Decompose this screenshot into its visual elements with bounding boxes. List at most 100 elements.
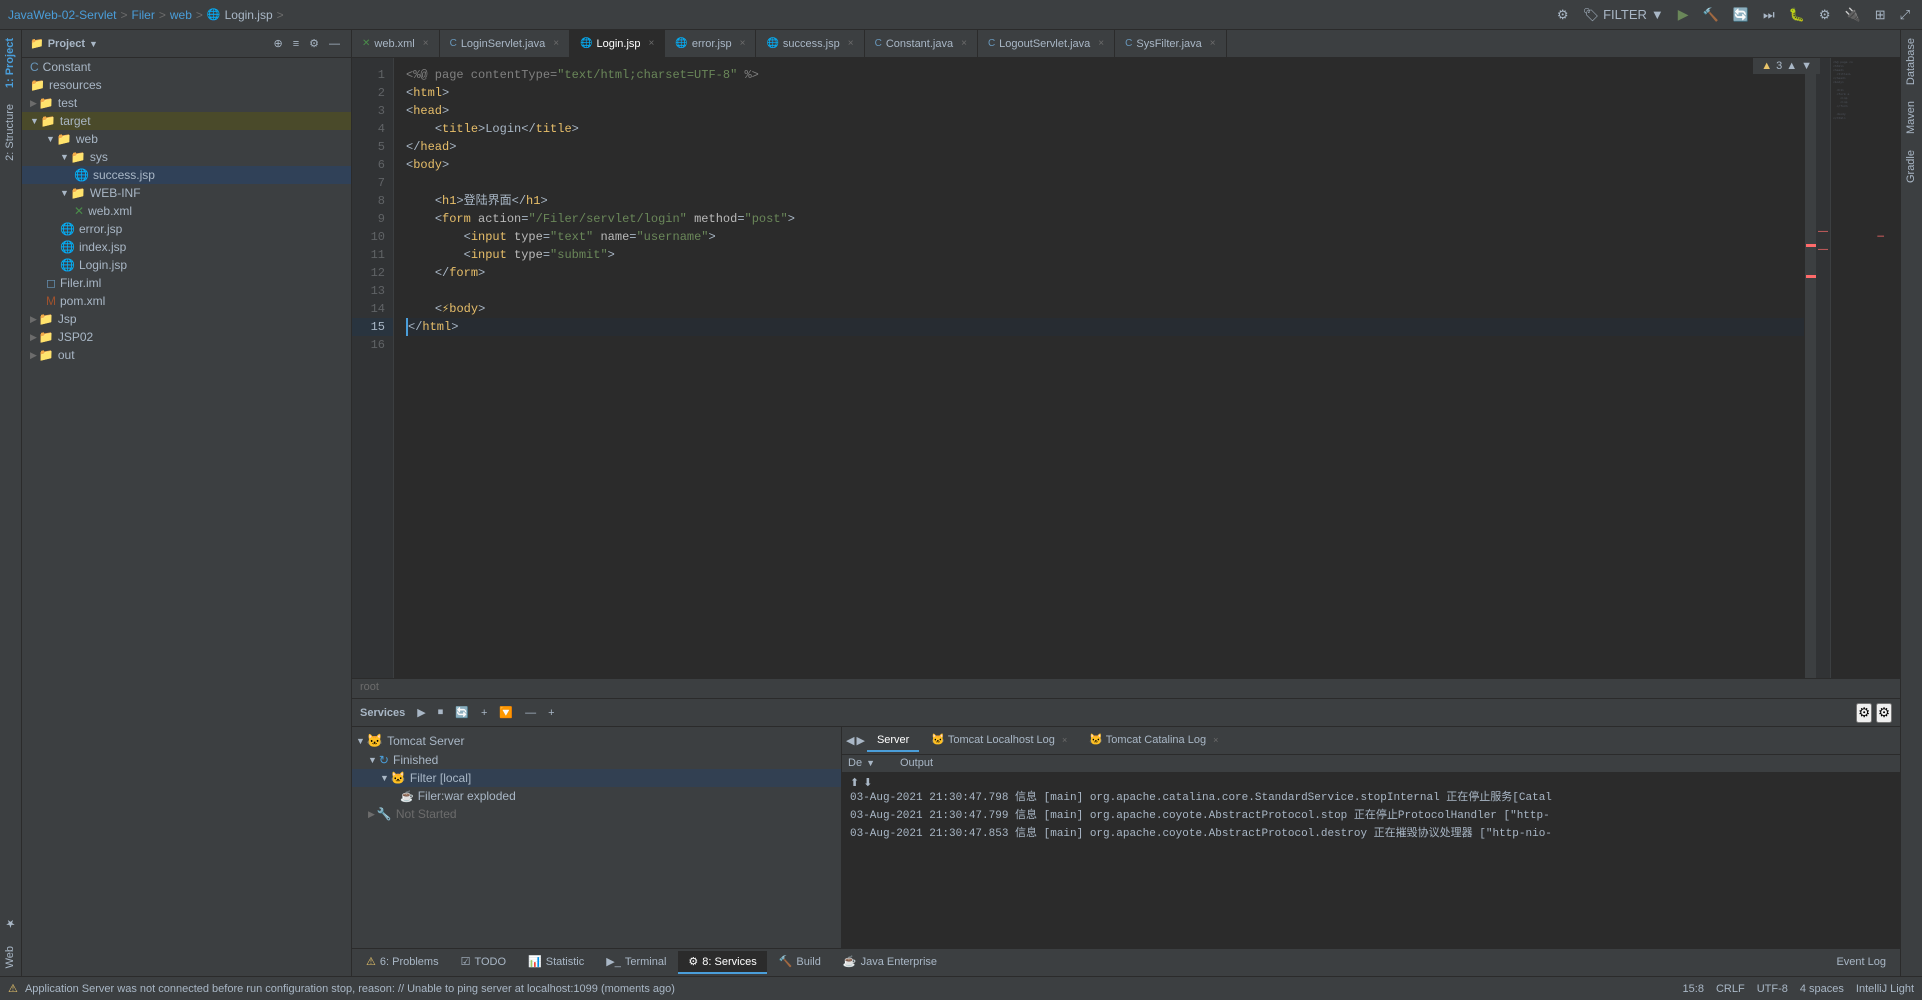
event-log-btn[interactable]: Event Log <box>1826 952 1896 974</box>
tree-item-index-jsp[interactable]: 🌐 index.jsp <box>22 238 351 256</box>
tab-loginjsp[interactable]: 🌐 Login.jsp × <box>570 30 665 58</box>
stop-all-button[interactable]: ⏹ <box>434 704 448 721</box>
locate-file-button[interactable]: ⊕ <box>270 36 285 51</box>
tree-item-test[interactable]: ▶ 📁 test <box>22 94 351 112</box>
encoding[interactable]: UTF-8 <box>1757 983 1788 995</box>
log-tab-localhost[interactable]: 🐱 Tomcat Localhost Log × <box>921 729 1077 752</box>
tree-item-success-jsp[interactable]: 🌐 success.jsp <box>22 166 351 184</box>
build-icon[interactable]: 🔨 <box>1699 5 1723 25</box>
play-button[interactable]: ▶ <box>1674 4 1693 25</box>
collapse-service-button[interactable]: — <box>521 704 540 721</box>
sidebar-settings-button[interactable]: ⚙ <box>306 36 322 51</box>
tree-item-jsp[interactable]: ▶ 📁 Jsp <box>22 310 351 328</box>
tree-item-jsp02[interactable]: ▶ 📁 JSP02 <box>22 328 351 346</box>
btm-tab-problems[interactable]: ⚠ 6: Problems <box>356 951 449 974</box>
log-scroll-right[interactable]: ▶ <box>856 734 864 747</box>
tab-constant[interactable]: C Constant.java × <box>865 30 978 58</box>
btm-tab-java-enterprise[interactable]: ☕ Java Enterprise <box>833 951 947 974</box>
close-loginservlet[interactable]: × <box>553 38 559 49</box>
database-tab[interactable]: Database <box>1901 30 1922 93</box>
debug-icon[interactable]: 🐛 <box>1785 5 1809 25</box>
log-scroll-down[interactable]: ⬇ <box>863 776 872 789</box>
services-tomcat-server[interactable]: ▼ 🐱 Tomcat Server <box>352 731 841 751</box>
collapse-all-button[interactable]: ≡ <box>290 36 302 51</box>
tab-logoutservlet[interactable]: C LogoutServlet.java × <box>978 30 1115 58</box>
services-gear-button[interactable]: ⚙ <box>1876 703 1892 723</box>
tab-sysfilter[interactable]: C SysFilter.java × <box>1115 30 1227 58</box>
close-webxml[interactable]: × <box>423 38 429 49</box>
favorites-tab[interactable]: ★ <box>0 909 21 938</box>
tree-item-webxml[interactable]: ✕ web.xml <box>22 202 351 220</box>
close-loginjsp[interactable]: × <box>649 38 655 49</box>
project-tab[interactable]: 1: Project <box>0 30 21 96</box>
btm-tab-todo[interactable]: ☑ TODO <box>451 951 516 974</box>
tab-loginservlet[interactable]: C LoginServlet.java × <box>440 30 570 58</box>
log-scroll-up[interactable]: ⬆ <box>850 776 859 789</box>
event-log-tab[interactable]: Event Log <box>1826 952 1896 974</box>
tree-item-webinf[interactable]: ▼ 📁 WEB-INF <box>22 184 351 202</box>
services-finished[interactable]: ▼ ↻ Finished <box>352 751 841 769</box>
layout-icon[interactable]: ⊞ <box>1871 5 1890 25</box>
close-constant[interactable]: × <box>961 38 967 49</box>
tree-item-sys[interactable]: ▼ 📁 sys <box>22 148 351 166</box>
step-icon[interactable]: ⏭ <box>1759 5 1779 25</box>
maximize-icon[interactable]: ⤢ <box>1896 5 1914 25</box>
structure-tab[interactable]: 2: Structure <box>0 96 21 169</box>
services-settings-button[interactable]: ⚙ <box>1856 703 1872 723</box>
close-catalina-log[interactable]: × <box>1213 735 1218 745</box>
services-not-started[interactable]: ▶ 🔧 Not Started <box>352 805 841 823</box>
add-service-button[interactable]: + <box>477 704 491 721</box>
warnings-indicator[interactable]: ▲ 3 ▲ ▼ <box>1753 58 1820 74</box>
scroll-down-icon[interactable]: ▼ <box>1801 60 1812 72</box>
tree-item-filer-iml[interactable]: ◻ Filer.iml <box>22 274 351 292</box>
tree-item-out[interactable]: ▶ 📁 out <box>22 346 351 364</box>
tree-item-web[interactable]: ▼ 📁 web <box>22 130 351 148</box>
breadcrumb-folder[interactable]: web <box>170 8 192 22</box>
tab-successjsp[interactable]: 🌐 success.jsp × <box>756 30 864 58</box>
log-tab-server[interactable]: Server <box>867 730 919 752</box>
tree-item-error-jsp[interactable]: 🌐 error.jsp <box>22 220 351 238</box>
theme-indicator[interactable]: IntelliJ Light <box>1856 983 1914 995</box>
filter-button[interactable]: 🏷 FILTER ▼ <box>1579 5 1668 25</box>
sidebar-close-button[interactable]: — <box>326 36 343 51</box>
tab-errorjsp[interactable]: 🌐 error.jsp × <box>665 30 756 58</box>
run-service-button[interactable]: ▶ <box>413 704 429 721</box>
close-sysfilter[interactable]: × <box>1210 38 1216 49</box>
line-separator[interactable]: CRLF <box>1716 983 1745 995</box>
maven-tab[interactable]: Maven <box>1901 93 1922 142</box>
btm-tab-services[interactable]: ⚙ 8: Services <box>678 951 766 974</box>
tree-item-constant[interactable]: C Constant <box>22 58 351 76</box>
web-tab[interactable]: Web <box>0 938 21 976</box>
btm-tab-build[interactable]: 🔨 Build <box>769 951 831 974</box>
gradle-tab[interactable]: Gradle <box>1901 142 1922 191</box>
dropdown-arrow[interactable]: ▼ <box>89 39 98 49</box>
services-filer-war[interactable]: ☕ Filer:war exploded <box>352 787 841 805</box>
breadcrumb-module[interactable]: Filer <box>132 8 155 22</box>
tree-item-target[interactable]: ▼ 📁 target <box>22 112 351 130</box>
btm-tab-statistic[interactable]: 📊 Statistic <box>518 951 594 974</box>
tab-webxml[interactable]: ✕ web.xml × <box>352 30 440 58</box>
tree-item-resources[interactable]: 📁 resources <box>22 76 351 94</box>
scroll-up-icon[interactable]: ▲ <box>1786 60 1797 72</box>
log-tab-catalina[interactable]: 🐱 Tomcat Catalina Log × <box>1079 729 1228 752</box>
close-logoutservlet[interactable]: × <box>1098 38 1104 49</box>
code-editor[interactable]: <%@ page contentType="text/html;charset=… <box>394 58 1804 678</box>
services-filter-local[interactable]: ▼ 🐱 Filter [local] <box>352 769 841 787</box>
indent-setting[interactable]: 4 spaces <box>1800 983 1844 995</box>
close-localhost-log[interactable]: × <box>1062 735 1067 745</box>
col-de-header[interactable]: De ▼ <box>842 755 892 771</box>
editor-scrollbar[interactable] <box>1804 58 1816 678</box>
tree-item-pom-xml[interactable]: M pom.xml <box>22 292 351 310</box>
plugin-icon[interactable]: 🔌 <box>1841 5 1865 25</box>
log-scroll-left[interactable]: ◀ <box>846 734 854 747</box>
cursor-position[interactable]: 15:8 <box>1683 983 1704 995</box>
expand-service-button[interactable]: + <box>544 704 558 721</box>
filter-service-button[interactable]: 🔽 <box>495 704 517 721</box>
log-content[interactable]: ⬆ ⬇ 03-Aug-2021 21:30:47.798 信息 [main] o… <box>842 772 1900 948</box>
reload-icon[interactable]: 🔄 <box>1729 5 1753 25</box>
settings-icon[interactable]: ⚙ <box>1553 5 1573 25</box>
close-successjsp[interactable]: × <box>848 38 854 49</box>
tree-item-login-jsp[interactable]: 🌐 Login.jsp <box>22 256 351 274</box>
plugin-settings-icon[interactable]: ⚙ <box>1815 5 1835 25</box>
restart-button[interactable]: 🔄 <box>451 704 473 721</box>
